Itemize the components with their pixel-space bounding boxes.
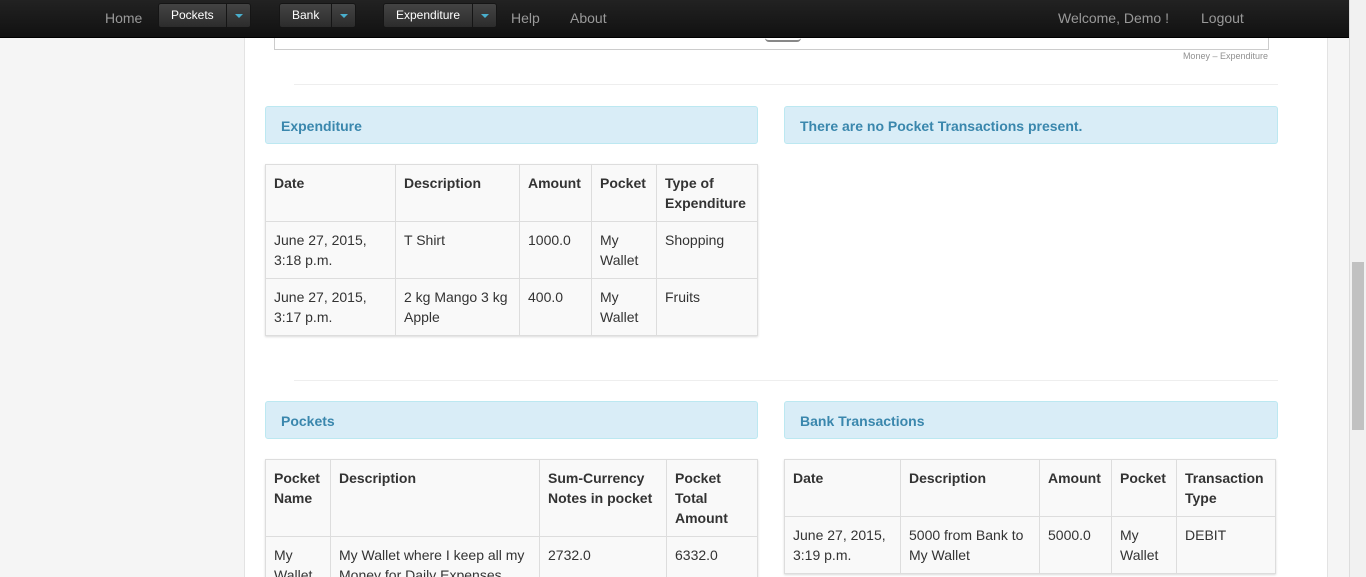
table-header-row: Date Description Amount Pocket Transacti…: [784, 459, 1276, 517]
table-row: My Wallet My Wallet where I keep all my …: [265, 536, 758, 577]
table-row: June 27, 2015, 3:19 p.m. 5000 from Bank …: [784, 516, 1276, 574]
col-sum-currency: Sum-Currency Notes in pocket: [539, 459, 667, 537]
left-sidebar: [0, 38, 245, 577]
cell-pocket-name: My Wallet: [265, 536, 331, 577]
divider: [294, 84, 1278, 85]
expenditure-table: Date Description Amount Pocket Type of E…: [265, 164, 758, 336]
col-date: Date: [265, 164, 396, 222]
welcome-text: Welcome, Demo !: [1058, 10, 1169, 26]
bank-transactions-heading: Bank Transactions: [784, 401, 1278, 439]
table-header-row: Date Description Amount Pocket Type of E…: [265, 164, 758, 222]
col-transaction-type: Transaction Type: [1176, 459, 1276, 517]
cell-description: 2 kg Mango 3 kg Apple: [395, 278, 520, 336]
col-description: Description: [395, 164, 520, 222]
bank-button[interactable]: Bank: [279, 3, 333, 28]
nav-logout-link[interactable]: Logout: [1201, 10, 1244, 26]
col-description: Description: [900, 459, 1040, 517]
nav-help-link[interactable]: Help: [511, 10, 540, 26]
table-row: June 27, 2015, 3:17 p.m. 2 kg Mango 3 kg…: [265, 278, 758, 336]
divider: [294, 380, 1278, 381]
chart-plot-area: [274, 38, 1269, 50]
cell-description: T Shirt: [395, 221, 520, 279]
chevron-down-icon[interactable]: [226, 3, 251, 28]
pockets-dropdown[interactable]: Pockets: [158, 3, 251, 28]
expenditure-heading: Expenditure: [265, 106, 758, 144]
expenditure-button[interactable]: Expenditure: [383, 3, 474, 28]
cell-total-amount: 6332.0: [666, 536, 758, 577]
chevron-down-icon[interactable]: [473, 3, 498, 28]
top-navbar: Home Pockets Bank Expenditure Help About…: [0, 0, 1349, 38]
bank-dropdown[interactable]: Bank: [279, 3, 357, 28]
cell-description: 5000 from Bank to My Wallet: [900, 516, 1040, 574]
chevron-down-icon[interactable]: [332, 3, 357, 28]
scrollbar-thumb[interactable]: [1352, 262, 1364, 430]
expenditure-dropdown[interactable]: Expenditure: [383, 3, 498, 28]
col-amount: Amount: [519, 164, 592, 222]
col-pocket: Pocket: [1111, 459, 1177, 517]
col-total-amount: Pocket Total Amount: [666, 459, 758, 537]
nav-home-link[interactable]: Home: [105, 10, 142, 26]
cell-amount: 1000.0: [519, 221, 592, 279]
cell-transaction-type: DEBIT: [1176, 516, 1276, 574]
col-pocket-name: Pocket Name: [265, 459, 331, 537]
cell-pocket: My Wallet: [1111, 516, 1177, 574]
cell-date: June 27, 2015, 3:18 p.m.: [265, 221, 396, 279]
pockets-heading: Pockets: [265, 401, 758, 439]
col-date: Date: [784, 459, 901, 517]
nav-about-link[interactable]: About: [570, 10, 607, 26]
col-type: Type of Expenditure: [656, 164, 758, 222]
col-pocket: Pocket: [591, 164, 657, 222]
pocket-transactions-notice: There are no Pocket Transactions present…: [784, 106, 1278, 144]
table-row: June 27, 2015, 3:18 p.m. T Shirt 1000.0 …: [265, 221, 758, 279]
cell-date: June 27, 2015, 3:19 p.m.: [784, 516, 901, 574]
expenditure-chart: Money – Expenditure: [264, 38, 1278, 64]
bank-transactions-table: Date Description Amount Pocket Transacti…: [784, 459, 1276, 574]
right-gutter: [1327, 38, 1349, 577]
cell-type: Fruits: [656, 278, 758, 336]
cell-amount: 5000.0: [1039, 516, 1112, 574]
col-amount: Amount: [1039, 459, 1112, 517]
cell-sum-currency: 2732.0: [539, 536, 667, 577]
chart-credit: Money – Expenditure: [1182, 51, 1268, 61]
vertical-scrollbar[interactable]: [1349, 0, 1366, 577]
pie-slice-edge: [765, 38, 801, 42]
cell-pocket: My Wallet: [591, 278, 657, 336]
cell-type: Shopping: [656, 221, 758, 279]
cell-date: June 27, 2015, 3:17 p.m.: [265, 278, 396, 336]
cell-amount: 400.0: [519, 278, 592, 336]
pockets-button[interactable]: Pockets: [158, 3, 227, 28]
pockets-table: Pocket Name Description Sum-Currency Not…: [265, 459, 758, 577]
cell-pocket: My Wallet: [591, 221, 657, 279]
cell-description: My Wallet where I keep all my Money for …: [330, 536, 540, 577]
table-header-row: Pocket Name Description Sum-Currency Not…: [265, 459, 758, 537]
col-description: Description: [330, 459, 540, 537]
